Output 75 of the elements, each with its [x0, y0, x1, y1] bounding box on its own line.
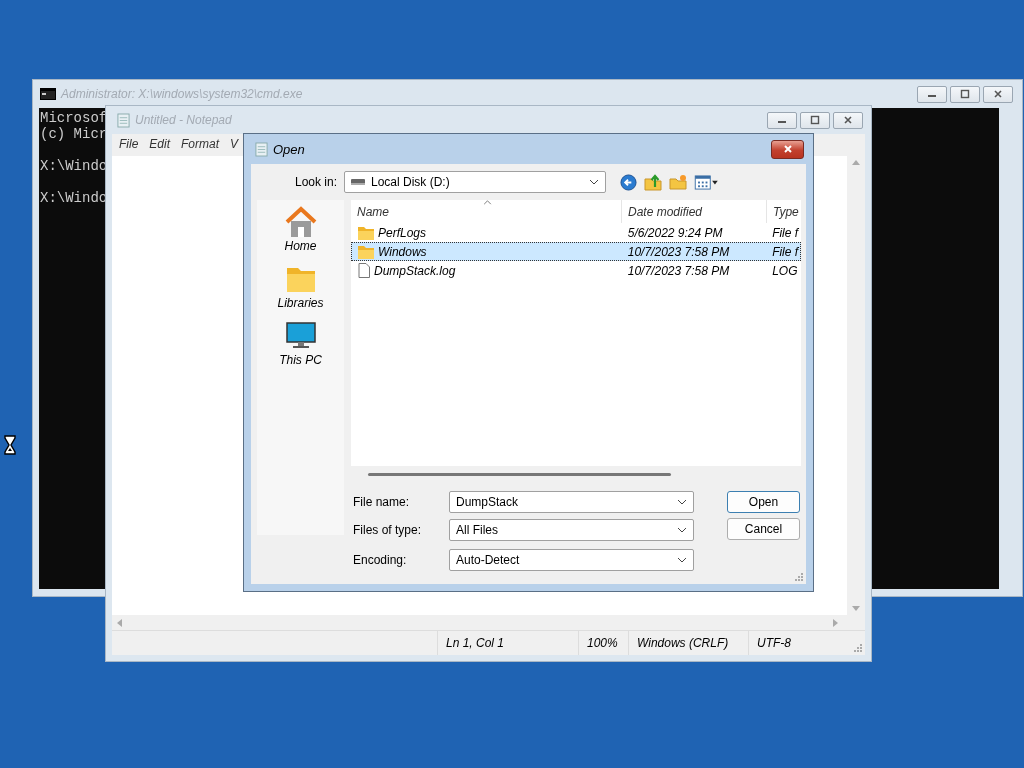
dialog-button[interactable]: Open: [727, 491, 800, 513]
close-button[interactable]: [833, 111, 863, 129]
console-line: X:\Windo: [40, 158, 108, 174]
notepad-icon: [117, 112, 130, 128]
dropdown-field[interactable]: DumpStack: [449, 491, 694, 513]
place-item[interactable]: Libraries: [277, 262, 324, 310]
status-text: Windows (CRLF): [628, 631, 748, 655]
menu-item[interactable]: Edit: [149, 137, 171, 153]
maximize-icon: [960, 89, 970, 99]
look-in-label: Look in:: [293, 175, 338, 189]
file-name: PerfLogs: [378, 225, 427, 240]
column-header[interactable]: Date modified: [622, 200, 767, 223]
date-cell-text: 5/6/2022 9:24 PM: [626, 225, 724, 240]
column-header[interactable]: Type: [767, 200, 801, 223]
place-item[interactable]: Home: [283, 205, 318, 253]
sort-caret-icon: [483, 200, 492, 205]
dialog-button[interactable]: Cancel: [727, 518, 800, 540]
resize-grip-icon: [854, 644, 862, 652]
chevron-down-icon: [589, 179, 599, 185]
file-row[interactable]: PerfLogs 5/6/2022 9:24 PM File f: [351, 223, 801, 242]
folder-icon: [358, 225, 374, 240]
file-row[interactable]: DumpStack.log 10/7/2023 7:58 PM LOG: [351, 261, 801, 280]
maximize-button[interactable]: [800, 111, 830, 129]
place-item[interactable]: This PC: [279, 319, 322, 367]
look-in-dropdown[interactable]: Local Disk (D:): [344, 171, 606, 193]
type-cell-text: File f: [771, 244, 800, 259]
menu-item[interactable]: File: [119, 137, 139, 153]
status-text: 100%: [578, 631, 628, 655]
close-icon: [993, 89, 1003, 99]
minimize-button[interactable]: [767, 111, 797, 129]
folder-icon: [358, 244, 374, 259]
date-cell-text: 10/7/2023 7:58 PM: [626, 263, 731, 278]
field-label: File name:: [352, 495, 411, 509]
resize-grip-icon: [795, 573, 803, 581]
hourglass-icon: [4, 435, 16, 455]
document-icon: [358, 263, 370, 278]
dropdown-field[interactable]: Auto-Detect: [449, 549, 694, 571]
window-title: Administrator: X:\windows\system32\cmd.exe: [61, 87, 303, 101]
console-line: X:\Windo: [40, 190, 108, 206]
type-cell-text: LOG: [771, 263, 799, 278]
menu-item[interactable]: V: [230, 137, 239, 153]
status-text: UTF-8: [748, 631, 848, 655]
house-icon: [283, 205, 318, 239]
notepad-icon: [255, 141, 268, 157]
close-icon: [782, 144, 793, 154]
dialog-title: Open: [273, 141, 305, 157]
status-text: Ln 1, Col 1: [437, 631, 578, 655]
console-icon: [40, 88, 56, 100]
horizontal-scrollbar[interactable]: [368, 473, 671, 476]
chevron-down-icon: [677, 527, 687, 533]
close-icon: [843, 115, 853, 125]
chevron-down-icon: [677, 499, 687, 505]
close-button[interactable]: [983, 85, 1013, 103]
chevron-down-icon: [677, 557, 687, 563]
folder-up-icon[interactable]: [644, 173, 662, 191]
console-line: Microsof: [40, 110, 108, 126]
date-cell-text: 10/7/2023 7:58 PM: [626, 244, 731, 259]
back-icon[interactable]: [620, 173, 637, 191]
minimize-button[interactable]: [917, 85, 947, 103]
drive-icon: [351, 179, 365, 185]
close-button[interactable]: [771, 139, 804, 159]
dropdown-field[interactable]: All Files: [449, 519, 694, 541]
menu-item[interactable]: Format: [181, 137, 220, 153]
console-line: (c) Micr: [40, 126, 108, 142]
maximize-button[interactable]: [950, 85, 980, 103]
file-name: DumpStack.log: [374, 263, 456, 278]
field-label: Encoding:: [352, 553, 408, 567]
file-name: Windows: [378, 244, 427, 259]
file-row[interactable]: Windows 10/7/2023 7:58 PM File f: [351, 242, 801, 261]
window-title: Untitled - Notepad: [135, 113, 232, 127]
type-cell-text: File f: [771, 225, 800, 240]
column-header[interactable]: Name: [351, 200, 622, 223]
maximize-icon: [810, 115, 820, 125]
view-menu-icon[interactable]: [694, 174, 719, 190]
field-label: Files of type:: [352, 523, 423, 537]
